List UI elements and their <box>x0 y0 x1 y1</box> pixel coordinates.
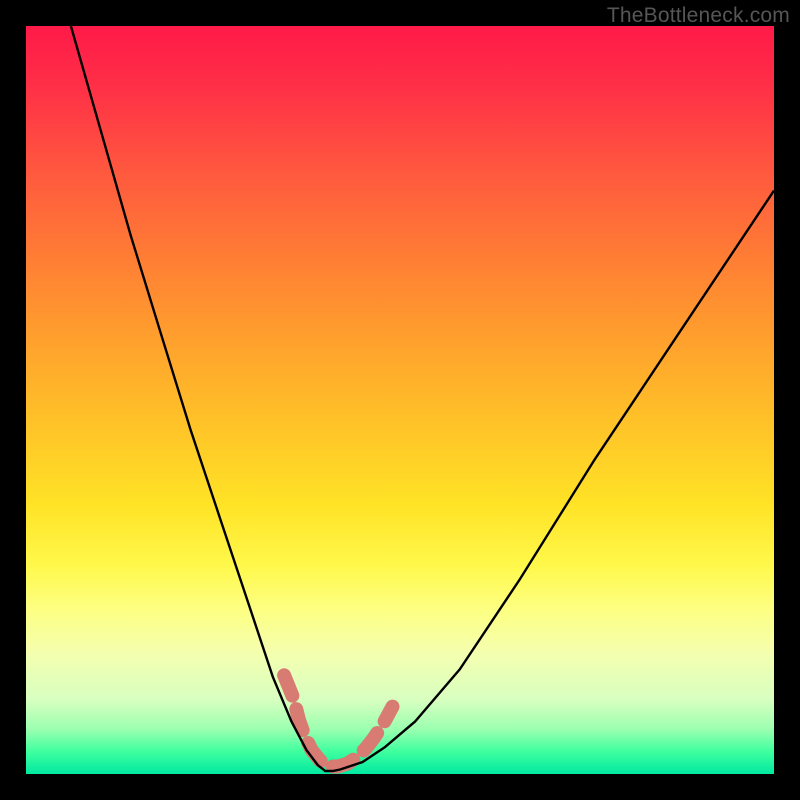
chart-frame: TheBottleneck.com <box>0 0 800 800</box>
chart-svg <box>26 26 774 774</box>
watermark-text: TheBottleneck.com <box>607 4 790 28</box>
bottleneck-curve <box>71 26 774 771</box>
plot-area <box>26 26 774 774</box>
